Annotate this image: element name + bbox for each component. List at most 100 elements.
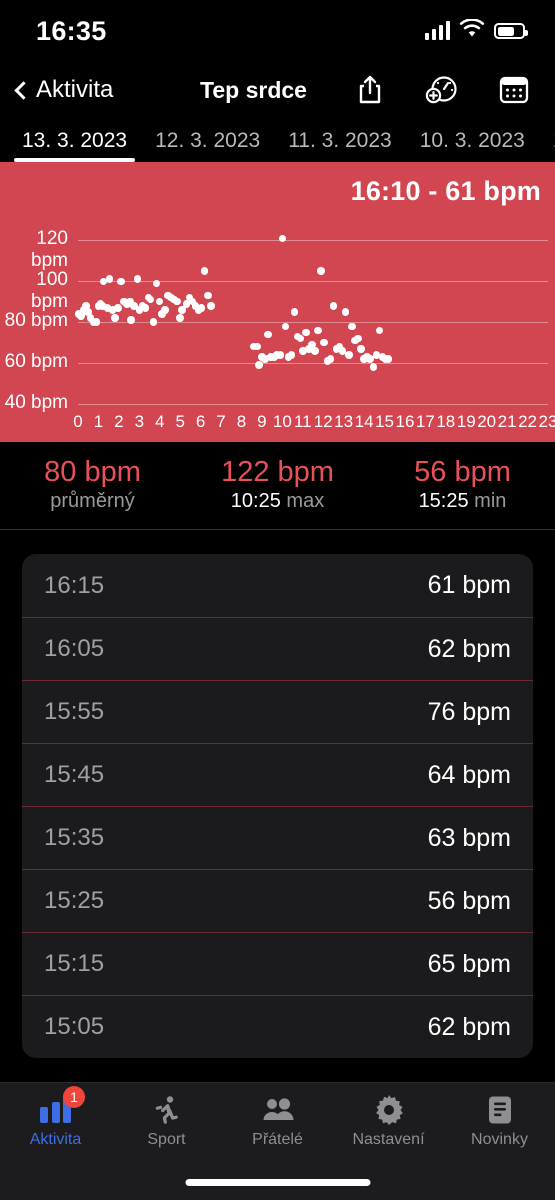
y-tick-label: 40 bpm [4, 392, 68, 413]
chart-data-point [207, 302, 215, 310]
x-tick-label: 2 [114, 412, 124, 431]
x-tick-label: 1 [93, 412, 104, 431]
chart-data-point [200, 267, 209, 275]
x-tick-label: 18 [436, 412, 456, 431]
chart-data-point [127, 316, 135, 324]
row-time: 15:15 [44, 950, 105, 978]
x-tick-label: 11 [293, 412, 312, 431]
chart-data-point [317, 267, 325, 275]
nav-actions [353, 73, 537, 107]
row-time: 15:05 [44, 1013, 105, 1041]
stat-value: 56 bpm [414, 456, 511, 488]
chart-data-point [341, 308, 350, 316]
tab-nastaven[interactable]: Nastavení [333, 1093, 444, 1149]
tab-label: Aktivita [29, 1131, 82, 1148]
chart-data-point [173, 297, 181, 306]
status-bar: 16:35 [0, 0, 555, 62]
chart-selected-reading: 16:10 - 61 bpm [350, 176, 541, 206]
nav-bar: Aktivita Tep srdce [0, 62, 555, 118]
chart-data-point [348, 322, 356, 331]
chart-data-point [326, 355, 335, 363]
tab-sport[interactable]: Sport [111, 1093, 222, 1149]
tab-label: Nastavení [352, 1131, 425, 1148]
table-row[interactable]: 16:15 61 bpm [22, 554, 533, 617]
tab-novinky[interactable]: Novinky [444, 1093, 555, 1149]
chart-data-point [320, 338, 328, 347]
stat-value: 80 bpm [44, 456, 141, 488]
chart-data-point [155, 297, 164, 306]
chart-x-axis: 0 1 2 3 4 5 6 7 8 9 10 11 12 13 14 15 16 17 18 19 20 21 22 23 [0, 412, 555, 434]
grid-line [78, 281, 548, 283]
row-time: 15:25 [44, 887, 105, 915]
chart-data-point [114, 304, 122, 312]
chart-data-point [149, 318, 158, 326]
row-time: 15:55 [44, 698, 105, 726]
stat-label: průměrný [50, 490, 135, 513]
chart-data-point [311, 347, 319, 355]
x-tick-label: 19 [456, 412, 476, 431]
x-tick-label: 14 [354, 412, 374, 431]
row-time: 16:15 [44, 571, 105, 599]
chart-data-point [278, 234, 287, 243]
x-tick-label: 7 [216, 412, 226, 431]
tab-ptel[interactable]: Přátelé [222, 1093, 333, 1149]
add-measurement-icon[interactable] [425, 73, 459, 107]
date-tab-3[interactable]: 10. 3. 2023 [406, 129, 539, 162]
back-button[interactable]: Aktivita [12, 76, 113, 104]
row-value: 56 bpm [427, 886, 511, 915]
back-button-label: Aktivita [36, 76, 114, 103]
date-tab-1[interactable]: 12. 3. 2023 [141, 129, 274, 162]
chart-data-point [375, 326, 384, 335]
table-row[interactable]: 15:35 63 bpm [22, 806, 533, 869]
table-row[interactable]: 15:15 65 bpm [22, 932, 533, 995]
chart-data-point [290, 308, 299, 316]
chart-data-point [296, 334, 305, 343]
row-time: 15:35 [44, 824, 105, 852]
date-tab-0[interactable]: 13. 3. 2023 [8, 129, 141, 162]
wifi-icon [459, 18, 485, 43]
stat-value: 122 bpm [221, 456, 334, 488]
stat-label: 15:25 min [418, 490, 507, 513]
heart-rate-chart[interactable]: 16:10 - 61 bpm 40 bpm 60 bpm 80 bpm 100 bpm… [0, 162, 555, 442]
date-tabs[interactable]: 13. 3. 2023 12. 3. 2023 11. 3. 2023 10. 3. … [0, 118, 555, 162]
table-row[interactable]: 15:55 76 bpm [22, 680, 533, 743]
x-tick-label: 23 [538, 412, 555, 431]
battery-icon [494, 23, 528, 39]
chart-data-point [197, 304, 206, 312]
chart-data-point [281, 322, 290, 331]
activity-bars-icon: 1 [40, 1086, 85, 1127]
row-value: 64 bpm [427, 760, 511, 789]
chart-data-point [253, 342, 261, 351]
chart-data-point [276, 351, 285, 359]
chart-data-point [146, 295, 155, 304]
date-tab-2[interactable]: 11. 3. 2023 [274, 129, 406, 162]
table-row[interactable]: 15:25 56 bpm [22, 869, 533, 932]
y-tick-label: 100 bpm [31, 269, 68, 313]
news-document-icon [487, 1093, 513, 1127]
measurements-card: 16:15 61 bpm 16:05 62 bpm 15:55 76 bpm 15:45 64… [22, 554, 533, 1059]
y-tick-label: 80 bpm [4, 310, 68, 332]
grid-line [78, 240, 548, 242]
row-value: 62 bpm [427, 1012, 511, 1041]
chart-data-point [369, 363, 378, 371]
share-icon[interactable] [353, 73, 387, 107]
table-row[interactable]: 15:05 62 bpm [22, 995, 533, 1058]
chart-data-point [133, 275, 141, 283]
x-tick-label: 21 [497, 412, 517, 431]
chart-data-point [176, 314, 184, 322]
grid-line [78, 322, 548, 324]
x-tick-label: 10 [272, 412, 292, 431]
heart-rate-screen: 16:35 Aktivita Tep srdce 13. 3. 2023 12.… [0, 0, 555, 1200]
table-row[interactable]: 15:45 64 bpm [22, 743, 533, 806]
table-row[interactable]: 16:05 62 bpm [22, 617, 533, 680]
date-tab-4[interactable]: 11. 10 [539, 129, 555, 162]
stat-2: 56 bpm 15:25 min [370, 454, 555, 513]
row-value: 65 bpm [427, 949, 511, 978]
x-tick-label: 16 [395, 412, 415, 431]
tab-aktivita[interactable]: 1 Aktivita [0, 1086, 111, 1149]
grid-line [78, 404, 548, 405]
chart-data-point [161, 306, 169, 314]
chart-data-point [384, 355, 393, 363]
row-time: 15:45 [44, 761, 105, 789]
calendar-icon[interactable] [497, 73, 531, 107]
